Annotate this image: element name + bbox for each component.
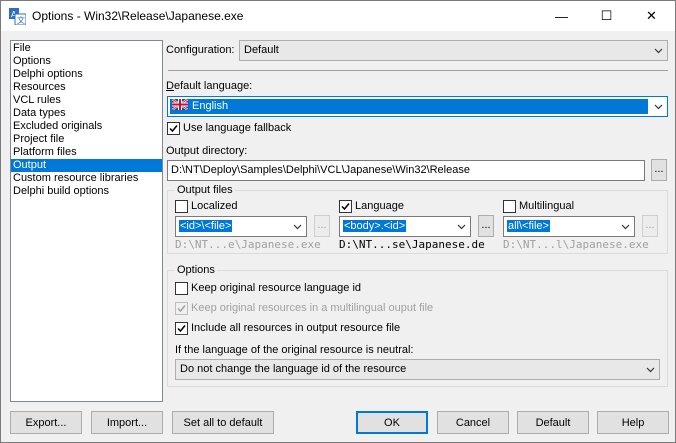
- tree-item-delphi-options[interactable]: Delphi options: [11, 68, 162, 81]
- output-directory-label: Output directory:: [166, 145, 248, 157]
- options-dialog: A 文 Options - Win32\Release\Japanese.exe…: [0, 0, 676, 443]
- tree-item-vcl-rules[interactable]: VCL rules: [11, 94, 162, 107]
- localized-preview: D:\NT...e\Japanese.exe: [175, 238, 321, 251]
- minimize-button[interactable]: —: [539, 1, 584, 31]
- cancel-button[interactable]: Cancel: [437, 411, 509, 434]
- configuration-value: Default: [244, 44, 279, 56]
- chevron-down-icon: [621, 224, 630, 230]
- chevron-down-icon: [646, 367, 655, 373]
- language-browse-button[interactable]: ...: [478, 215, 494, 237]
- localized-checkbox[interactable]: [175, 200, 188, 213]
- chevron-down-icon: [654, 48, 663, 54]
- set-all-default-button[interactable]: Set all to default: [172, 411, 274, 434]
- localized-pattern-value: <id>\<file>: [179, 220, 233, 232]
- minimize-icon: —: [555, 8, 568, 24]
- language-checkbox[interactable]: [339, 200, 352, 213]
- language-pattern-select[interactable]: <body>.<id>: [339, 216, 471, 237]
- tree-item-options[interactable]: Options: [11, 55, 162, 68]
- neutral-language-label: If the language of the original resource…: [175, 344, 414, 356]
- multilingual-pattern-select[interactable]: all\<file>: [503, 216, 635, 237]
- multilingual-preview: D:\NT...l\Japanese.exe: [503, 238, 649, 251]
- include-all-checkbox[interactable]: [175, 322, 188, 335]
- separator: [168, 70, 668, 71]
- checkmark-icon: [169, 125, 178, 133]
- use-fallback-checkbox[interactable]: [167, 122, 180, 135]
- language-preview: D:\NT...se\Japanese.de: [339, 238, 485, 251]
- configuration-label: Configuration:: [166, 44, 235, 56]
- checkmark-icon: [177, 325, 186, 333]
- tree-item-excluded-originals[interactable]: Excluded originals: [11, 120, 162, 133]
- chevron-down-icon: [293, 224, 302, 230]
- neutral-language-select[interactable]: Do not change the language id of the res…: [175, 359, 660, 380]
- checkmark-icon: [177, 305, 186, 313]
- keep-multilingual-label: Keep original resources in a multilingua…: [191, 302, 434, 314]
- language-app-icon: A 文: [9, 8, 26, 25]
- output-directory-browse-button[interactable]: ...: [651, 159, 667, 181]
- close-icon: ✕: [646, 8, 657, 23]
- maximize-button[interactable]: ☐: [584, 1, 629, 31]
- help-button[interactable]: Help: [597, 411, 669, 434]
- tree-item-file[interactable]: File: [11, 42, 162, 55]
- export-button[interactable]: Export...: [10, 411, 82, 434]
- localized-pattern-select[interactable]: <id>\<file>: [175, 216, 307, 237]
- options-tree[interactable]: File Options Delphi options Resources VCL ru…: [10, 40, 163, 402]
- chevron-down-icon: [654, 104, 663, 110]
- multilingual-pattern-value: all\<file>: [507, 220, 550, 232]
- include-all-label: Include all resources in output resource…: [191, 322, 401, 334]
- checkmark-icon: [341, 203, 350, 211]
- close-button[interactable]: ✕: [629, 1, 674, 31]
- default-button[interactable]: Default: [517, 411, 589, 434]
- language-label: Language: [355, 200, 404, 212]
- tree-item-platform-files[interactable]: Platform files: [11, 146, 162, 159]
- language-pattern-value: <body>.<id>: [343, 220, 407, 232]
- import-button[interactable]: Import...: [91, 411, 163, 434]
- default-language-select[interactable]: English: [167, 96, 668, 117]
- maximize-icon: ☐: [600, 8, 613, 23]
- neutral-language-value: Do not change the language id of the res…: [180, 363, 407, 375]
- tree-item-project-file[interactable]: Project file: [11, 133, 162, 146]
- localized-label: Localized: [191, 200, 238, 212]
- configuration-select[interactable]: Default: [239, 40, 668, 61]
- ok-button[interactable]: OK: [356, 411, 428, 434]
- default-language-label: Default language:: [166, 80, 253, 92]
- localized-browse-button[interactable]: ...: [314, 215, 330, 237]
- default-language-value: English: [192, 100, 229, 112]
- window-title: Options - Win32\Release\Japanese.exe: [32, 9, 244, 23]
- tree-item-data-types[interactable]: Data types: [11, 107, 162, 120]
- options-title: Options: [175, 264, 217, 276]
- output-directory-input[interactable]: D:\NT\Deploy\Samples\Delphi\VCL\Japanese…: [167, 160, 645, 181]
- chevron-down-icon: [457, 224, 466, 230]
- output-files-title: Output files: [175, 184, 235, 196]
- svg-text:文: 文: [17, 15, 25, 25]
- multilingual-browse-button[interactable]: ...: [642, 215, 658, 237]
- tree-item-custom-resource-libraries[interactable]: Custom resource libraries: [11, 172, 162, 185]
- tree-item-resources[interactable]: Resources: [11, 81, 162, 94]
- tree-item-delphi-build-options[interactable]: Delphi build options: [11, 185, 162, 198]
- tree-item-output[interactable]: Output: [11, 159, 162, 172]
- keep-language-id-checkbox[interactable]: [175, 282, 188, 295]
- multilingual-label: Multilingual: [519, 200, 575, 212]
- uk-flag-icon: [172, 99, 188, 110]
- multilingual-checkbox[interactable]: [503, 200, 516, 213]
- keep-language-id-label: Keep original resource language id: [191, 282, 362, 294]
- use-fallback-label: Use language fallback: [183, 122, 292, 134]
- output-directory-value: D:\NT\Deploy\Samples\Delphi\VCL\Japanese…: [171, 164, 470, 176]
- title-bar[interactable]: A 文 Options - Win32\Release\Japanese.exe…: [1, 1, 675, 31]
- keep-multilingual-checkbox[interactable]: [175, 302, 188, 315]
